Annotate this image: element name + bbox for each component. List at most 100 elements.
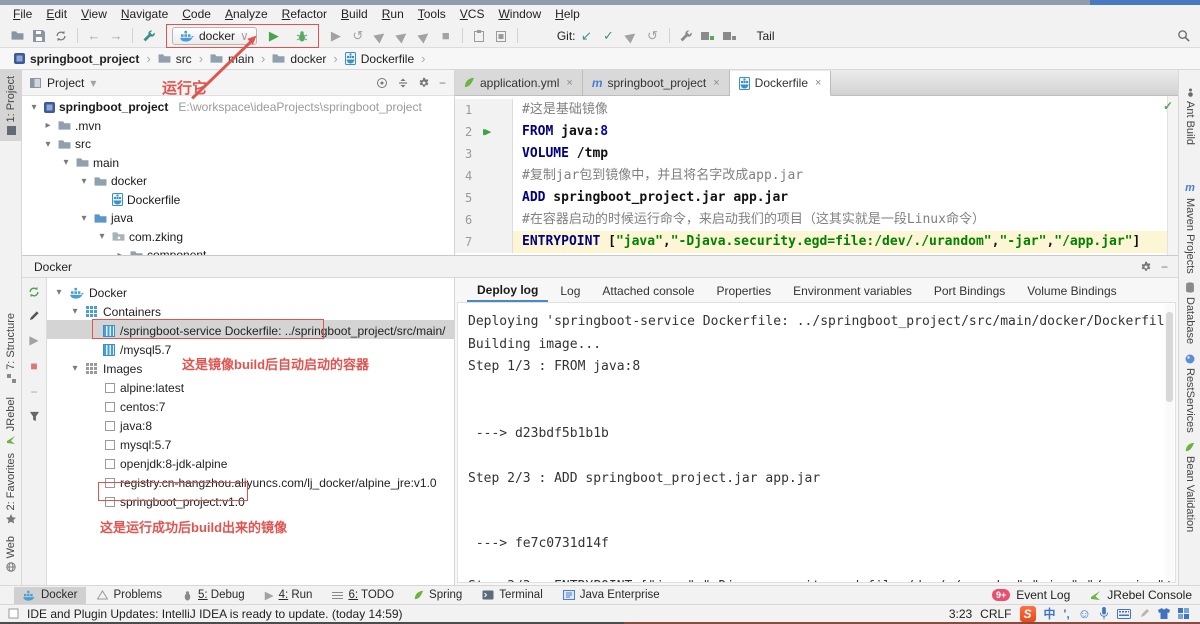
- tree-row-mvn[interactable]: ▸ .mvn: [22, 117, 454, 136]
- redeploy-icon[interactable]: [28, 286, 40, 298]
- filter-icon[interactable]: [29, 411, 40, 422]
- tree-row-root[interactable]: ▾ springboot_project E:\workspace\ideaPr…: [22, 98, 454, 117]
- menu-view[interactable]: View: [74, 5, 114, 24]
- menu-build[interactable]: Build: [334, 5, 375, 24]
- image-row[interactable]: openjdk:8-jdk-alpine: [47, 454, 454, 473]
- event-log-button[interactable]: Event Log: [1016, 588, 1070, 602]
- sync-icon[interactable]: [51, 26, 71, 46]
- containers-row[interactable]: ▾ Containers: [47, 302, 454, 321]
- tree-row-java[interactable]: ▾ java: [22, 209, 454, 228]
- git-push-icon[interactable]: ▶: [621, 26, 641, 46]
- editor-scrollbar[interactable]: [1167, 96, 1178, 255]
- chevron-expanded-icon[interactable]: ▾: [69, 363, 81, 374]
- toolbar-item-terminal[interactable]: Terminal: [473, 587, 551, 604]
- toolbar-item-todo[interactable]: 6: TODO: [323, 587, 403, 604]
- docker-root-row[interactable]: ▾ Docker: [47, 283, 454, 302]
- debug-button[interactable]: [292, 26, 312, 46]
- git-rollback-icon[interactable]: ↺: [643, 26, 663, 46]
- toolbar-item-debug[interactable]: 5: Debug: [173, 587, 254, 604]
- menu-vcs[interactable]: VCS: [453, 5, 492, 24]
- sidebar-item-web[interactable]: Web: [0, 536, 22, 572]
- chevron-expanded-icon[interactable]: ▾: [96, 231, 108, 242]
- menu-edit[interactable]: Edit: [39, 5, 74, 24]
- sogou-toolbox-icon[interactable]: [1178, 608, 1190, 620]
- image-row[interactable]: springboot_project:v1.0: [47, 492, 454, 511]
- hide-panel-icon[interactable]: −: [1161, 260, 1168, 274]
- chevron-expanded-icon[interactable]: ▾: [53, 287, 65, 298]
- menu-navigate[interactable]: Navigate: [114, 5, 175, 24]
- breadcrumb-dockerfile[interactable]: Dockerfile: [345, 52, 414, 66]
- tab-deploy-log[interactable]: Deploy log: [467, 279, 548, 302]
- menu-help[interactable]: Help: [548, 5, 587, 24]
- start-icon[interactable]: ▶: [29, 333, 38, 347]
- sidebar-item-jrebel[interactable]: JRebel: [0, 397, 22, 445]
- toolbar-item-run[interactable]: ▶ 4: Run: [256, 587, 322, 604]
- sogou-logo-icon[interactable]: S: [1020, 606, 1036, 622]
- chevron-collapsed-icon[interactable]: ▸: [42, 120, 54, 131]
- tab-volume-bindings[interactable]: Volume Bindings: [1017, 280, 1126, 301]
- sidebar-item-maven-projects[interactable]: m Maven Projects: [1179, 182, 1200, 274]
- wrench-gray-icon[interactable]: [676, 26, 696, 46]
- edit-icon[interactable]: [29, 310, 40, 321]
- delete-icon[interactable]: −: [30, 385, 37, 399]
- ime-punct-icon[interactable]: ',: [1064, 607, 1070, 621]
- tree-row-main[interactable]: ▾ main: [22, 154, 454, 173]
- save-all-icon[interactable]: [720, 26, 740, 46]
- rerun-disabled-icon[interactable]: ↺: [348, 26, 368, 46]
- attach-icon[interactable]: ▶: [414, 26, 434, 46]
- breadcrumb-docker[interactable]: docker: [272, 52, 326, 66]
- paste-icon[interactable]: [491, 26, 511, 46]
- sidebar-item-project[interactable]: 1: Project: [0, 70, 22, 141]
- menu-tools[interactable]: Tools: [411, 5, 453, 24]
- code-area[interactable]: 1 #这是基础镜像 2 ▶▶ FROM java:8 3 VOLUME /tmp: [455, 96, 1178, 255]
- close-icon[interactable]: ×: [713, 77, 719, 89]
- menu-refactor[interactable]: Refactor: [275, 5, 334, 24]
- git-commit-icon[interactable]: ✓: [599, 26, 619, 46]
- chevron-expanded-icon[interactable]: ▾: [42, 139, 54, 150]
- menu-code[interactable]: Code: [175, 5, 218, 24]
- caret-down-icon[interactable]: ▾: [90, 76, 96, 90]
- save-icon[interactable]: [29, 26, 49, 46]
- sidebar-item-database[interactable]: Database: [1179, 282, 1200, 344]
- toolbar-item-spring[interactable]: Spring: [405, 587, 471, 604]
- tab-log[interactable]: Log: [550, 280, 590, 301]
- ime-smiley-icon[interactable]: ☺: [1078, 606, 1091, 621]
- ime-chinese-icon[interactable]: 中: [1044, 605, 1056, 622]
- tree-row-docker[interactable]: ▾ docker: [22, 172, 454, 191]
- image-row[interactable]: mysql:5.7: [47, 435, 454, 454]
- hide-panel-icon[interactable]: −: [439, 76, 446, 90]
- skin-shirt-icon[interactable]: [1158, 608, 1170, 619]
- run-gutter-icon[interactable]: ▶▶: [483, 121, 486, 143]
- image-row[interactable]: centos:7: [47, 397, 454, 416]
- module-settings-icon[interactable]: [698, 26, 718, 46]
- tree-row-dockerfile[interactable]: Dockerfile: [22, 191, 454, 210]
- tab-port-bindings[interactable]: Port Bindings: [924, 280, 1015, 301]
- tab-properties[interactable]: Properties: [706, 280, 781, 301]
- open-icon[interactable]: [7, 26, 27, 46]
- caret-position[interactable]: 3:23: [949, 607, 972, 621]
- menu-analyze[interactable]: Analyze: [218, 5, 275, 24]
- log-scroll-thumb[interactable]: [1166, 312, 1173, 402]
- stop-icon[interactable]: ■: [30, 359, 37, 373]
- profiler-icon[interactable]: ▶: [392, 26, 412, 46]
- jrebel-console-button[interactable]: JRebel Console: [1107, 588, 1192, 602]
- menu-window[interactable]: Window: [491, 5, 548, 24]
- stop-icon[interactable]: ■: [436, 26, 456, 46]
- wrench-icon[interactable]: [139, 26, 159, 46]
- tab-springboot-project[interactable]: m springboot_project ×: [583, 70, 730, 95]
- sidebar-item-structure[interactable]: 7: Structure: [0, 313, 22, 383]
- forward-icon[interactable]: →: [106, 26, 126, 46]
- tree-row-src[interactable]: ▾ src: [22, 135, 454, 154]
- deploy-log-output[interactable]: Deploying 'springboot-service Dockerfile…: [457, 302, 1176, 583]
- back-icon[interactable]: ←: [84, 26, 104, 46]
- log-scrollbar[interactable]: [1165, 304, 1174, 581]
- toolbar-item-problems[interactable]: Problems: [88, 587, 171, 604]
- breadcrumb-project[interactable]: springboot_project: [14, 52, 139, 66]
- tree-row-package[interactable]: ▾ com.zking: [22, 228, 454, 247]
- image-row[interactable]: registry.cn-hangzhou.aliyuncs.com/lj_doc…: [47, 473, 454, 492]
- container-row-springboot[interactable]: /springboot-service Dockerfile: ../sprin…: [47, 321, 454, 340]
- sidebar-item-ant-build[interactable]: Ant Build: [1179, 88, 1200, 145]
- search-icon[interactable]: [1173, 26, 1193, 46]
- run-config-dropdown[interactable]: docker ∨: [172, 27, 257, 45]
- microphone-icon[interactable]: [1099, 607, 1109, 620]
